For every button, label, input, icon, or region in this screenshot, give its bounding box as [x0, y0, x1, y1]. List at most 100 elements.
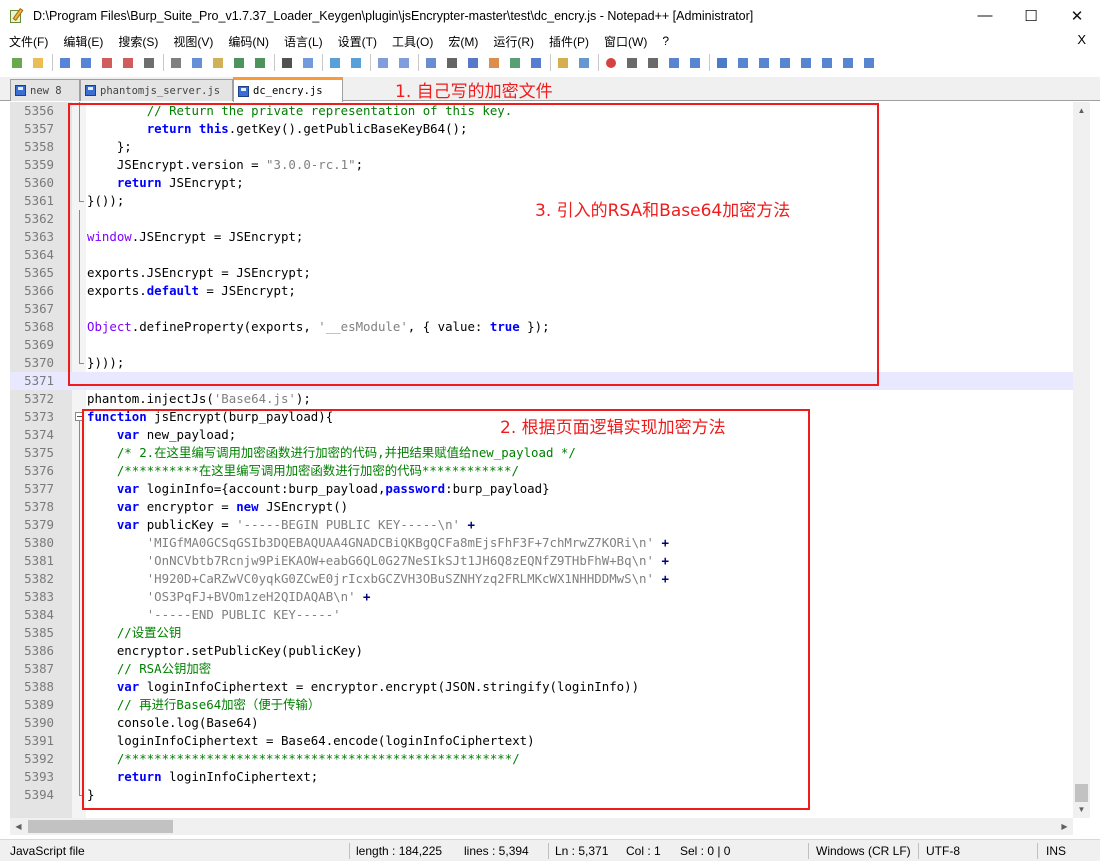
line-number: 5383	[24, 589, 54, 604]
menu-settings[interactable]: 设置(T)	[338, 33, 377, 50]
tab-phantomjs-server[interactable]: phantomjs_server.js	[80, 79, 233, 101]
toolbar-separator	[274, 54, 275, 71]
close-all-icon[interactable]	[120, 55, 136, 71]
saved-disk-icon	[238, 85, 249, 97]
zoom-out-icon[interactable]	[348, 55, 364, 71]
run-macro-multiple-icon[interactable]	[666, 55, 682, 71]
line-number: 5362	[24, 211, 54, 226]
minimize-button[interactable]: —	[962, 0, 1008, 31]
plugin-1-icon[interactable]	[714, 55, 730, 71]
scroll-up-arrow-icon[interactable]: ▲	[1073, 102, 1090, 119]
line-number: 5374	[24, 427, 54, 442]
line-number: 5364	[24, 247, 54, 262]
save-macro-icon[interactable]	[687, 55, 703, 71]
line-number: 5389	[24, 697, 54, 712]
cut-icon[interactable]	[168, 55, 184, 71]
menu-encoding[interactable]: 编码(N)	[228, 33, 269, 50]
line-number: 5393	[24, 769, 54, 784]
monitoring-icon[interactable]	[576, 55, 592, 71]
folder-workspace-icon[interactable]	[555, 55, 571, 71]
line-number: 5360	[24, 175, 54, 190]
tab-label: phantomjs_server.js	[100, 84, 221, 97]
paste-icon[interactable]	[210, 55, 226, 71]
menu-plugins[interactable]: 插件(P)	[549, 33, 589, 50]
status-line-number: Ln : 5,371	[555, 844, 609, 858]
line-number: 5370	[24, 355, 54, 370]
maximize-button[interactable]: ☐	[1008, 0, 1054, 31]
scroll-right-arrow-icon[interactable]: ▶	[1056, 818, 1073, 835]
status-encoding: UTF-8	[926, 844, 960, 858]
tab-dc-encry[interactable]: dc_encry.js	[233, 77, 343, 102]
play-macro-icon[interactable]	[645, 55, 661, 71]
line-number: 5368	[24, 319, 54, 334]
copy-icon[interactable]	[189, 55, 205, 71]
plugin-6-icon[interactable]	[819, 55, 835, 71]
show-all-chars-icon[interactable]	[444, 55, 460, 71]
sync-horizontal-icon[interactable]	[396, 55, 412, 71]
doc-map-icon[interactable]	[507, 55, 523, 71]
status-insert-mode: INS	[1046, 844, 1067, 858]
print-icon[interactable]	[141, 55, 157, 71]
scroll-down-arrow-icon[interactable]: ▼	[1073, 801, 1090, 818]
horizontal-scrollbar[interactable]: ◀ ▶	[10, 818, 1073, 835]
menu-run[interactable]: 运行(R)	[493, 33, 534, 50]
save-all-icon[interactable]	[78, 55, 94, 71]
menu-tools[interactable]: 工具(O)	[392, 33, 433, 50]
status-eol: Windows (CR LF)	[816, 844, 911, 858]
menu-search[interactable]: 搜索(S)	[118, 33, 158, 50]
udl-icon[interactable]	[486, 55, 502, 71]
plugin-8-icon[interactable]	[861, 55, 877, 71]
undo-icon[interactable]	[231, 55, 247, 71]
menu-macro[interactable]: 宏(M)	[448, 33, 478, 50]
menu-language[interactable]: 语言(L)	[284, 33, 323, 50]
line-number: 5379	[24, 517, 54, 532]
line-number: 5371	[24, 373, 54, 388]
menu-edit[interactable]: 编辑(E)	[63, 33, 103, 50]
line-number: 5356	[24, 103, 54, 118]
function-list-icon[interactable]	[528, 55, 544, 71]
plugin-2-icon[interactable]	[735, 55, 751, 71]
line-number: 5380	[24, 535, 54, 550]
record-macro-icon[interactable]	[603, 55, 619, 71]
open-file-icon[interactable]	[30, 55, 46, 71]
line-number: 5381	[24, 553, 54, 568]
annotation-label-rsa-base64: 3. 引入的RSA和Base64加密方法	[535, 201, 791, 221]
line-number: 5384	[24, 607, 54, 622]
redo-icon[interactable]	[252, 55, 268, 71]
menu-view[interactable]: 视图(V)	[173, 33, 213, 50]
status-length: length : 184,225	[356, 844, 443, 858]
zoom-in-icon[interactable]	[327, 55, 343, 71]
close-icon[interactable]	[99, 55, 115, 71]
tab-new-8[interactable]: new 8	[10, 79, 80, 101]
vertical-scrollbar[interactable]: ▲ ▼	[1073, 102, 1090, 818]
code-line[interactable]: 5372 phantom.injectJs('Base64.js');	[10, 390, 1073, 408]
status-selection: Sel : 0 | 0	[680, 844, 731, 858]
annotation-box-encrypt-function	[82, 409, 810, 810]
sync-vertical-icon[interactable]	[375, 55, 391, 71]
vertical-scroll-thumb[interactable]	[1075, 784, 1088, 802]
status-language: JavaScript file	[10, 844, 85, 858]
plugin-7-icon[interactable]	[840, 55, 856, 71]
horizontal-scroll-thumb[interactable]	[28, 820, 173, 833]
line-number: 5392	[24, 751, 54, 766]
line-number: 5367	[24, 301, 54, 316]
menu-file[interactable]: 文件(F)	[9, 33, 48, 50]
close-document-button[interactable]: X	[1077, 32, 1086, 47]
plugin-4-icon[interactable]	[777, 55, 793, 71]
find-icon[interactable]	[279, 55, 295, 71]
menu-window[interactable]: 窗口(W)	[604, 33, 647, 50]
scroll-left-arrow-icon[interactable]: ◀	[10, 818, 27, 835]
plugin-5-icon[interactable]	[798, 55, 814, 71]
replace-icon[interactable]	[300, 55, 316, 71]
plugin-3-icon[interactable]	[756, 55, 772, 71]
close-window-button[interactable]: ✕	[1054, 0, 1100, 31]
save-icon[interactable]	[57, 55, 73, 71]
word-wrap-icon[interactable]	[423, 55, 439, 71]
new-file-icon[interactable]	[9, 55, 25, 71]
stop-macro-icon[interactable]	[624, 55, 640, 71]
tab-label: new 8	[30, 84, 62, 97]
menu-help[interactable]: ?	[662, 34, 669, 48]
notepad-plus-plus-app-icon	[9, 7, 25, 24]
toolbar-separator	[52, 54, 53, 71]
indent-guide-icon[interactable]	[465, 55, 481, 71]
